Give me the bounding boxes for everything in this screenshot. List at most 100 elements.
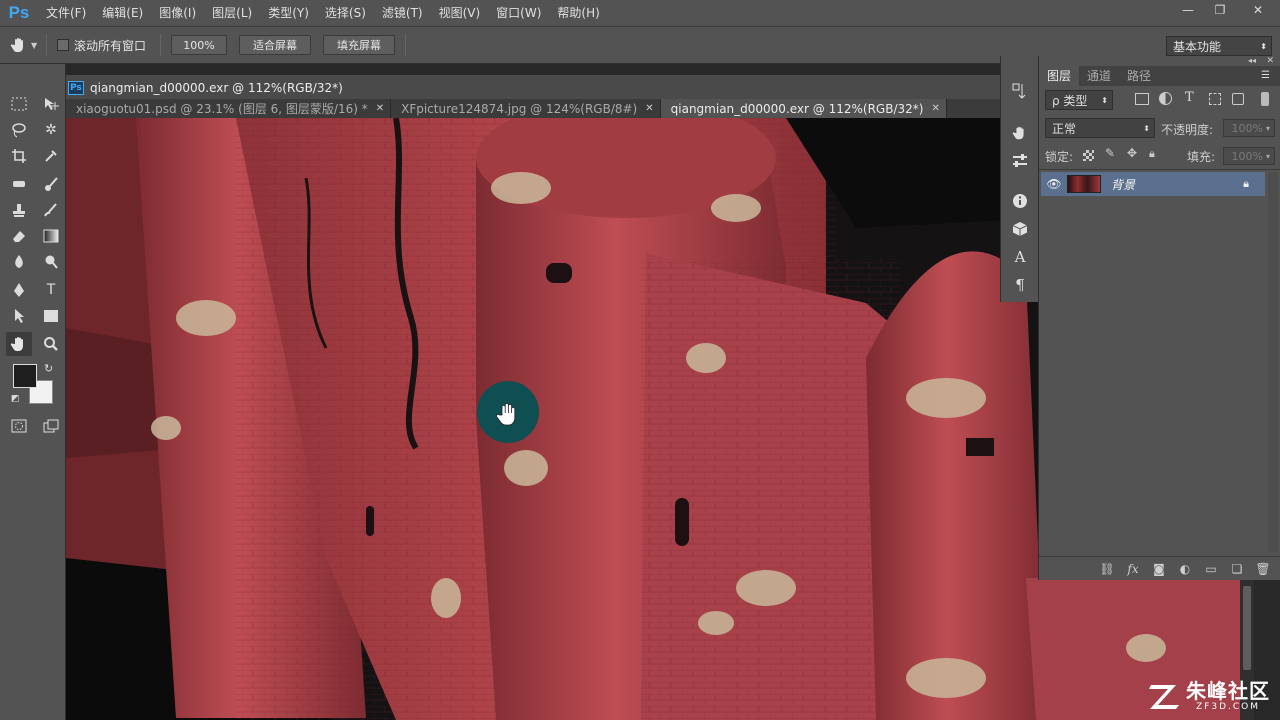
brush-tool-icon[interactable] xyxy=(38,172,64,196)
lock-position-icon[interactable]: ✥ xyxy=(1127,146,1137,160)
fill-field[interactable]: 100% ▾ xyxy=(1223,147,1275,165)
blur-tool-icon[interactable] xyxy=(6,250,32,274)
close-icon[interactable]: ✕ xyxy=(376,103,384,114)
filter-toggle-icon[interactable] xyxy=(1261,92,1269,106)
blend-mode-select[interactable]: 正常 ⬍ xyxy=(1045,118,1155,138)
menu-file[interactable]: 文件(F) xyxy=(38,0,94,26)
lasso-tool-icon[interactable] xyxy=(6,118,32,142)
swap-colors-icon[interactable]: ↻ xyxy=(44,362,53,375)
workspace-select[interactable]: 基本功能 ⬍ xyxy=(1166,36,1272,56)
adjustments-icon[interactable] xyxy=(1008,150,1032,172)
menu-select[interactable]: 选择(S) xyxy=(317,0,374,26)
scrollbar-thumb[interactable] xyxy=(1243,586,1251,670)
layer-row[interactable]: 👁︎ 背景 🔒︎ xyxy=(1041,172,1265,196)
move-tool-icon[interactable] xyxy=(38,92,64,116)
hand-tool-icon[interactable] xyxy=(6,332,32,356)
new-layer-icon[interactable]: ❏ xyxy=(1229,562,1245,576)
pen-tool-icon[interactable] xyxy=(6,278,32,302)
quick-mask-icon[interactable] xyxy=(6,414,32,438)
dropdown-arrow-icon: ▾ xyxy=(1265,151,1270,161)
lock-transparent-icon[interactable] xyxy=(1083,150,1094,161)
menu-help[interactable]: 帮助(H) xyxy=(549,0,607,26)
link-layers-icon[interactable]: ⛓︎ xyxy=(1099,562,1115,576)
doc-tab-xiaoguotu[interactable]: xiaoguotu01.psd @ 23.1% (图层 6, 图层蒙版/16) … xyxy=(66,99,392,118)
healing-brush-tool-icon[interactable] xyxy=(6,172,32,196)
menu-filter[interactable]: 滤镜(T) xyxy=(374,0,431,26)
close-button[interactable]: ✕ xyxy=(1236,0,1280,20)
restore-button[interactable]: ❐ xyxy=(1204,0,1236,20)
crop-tool-icon[interactable] xyxy=(6,144,32,168)
menu-image[interactable]: 图像(I) xyxy=(151,0,204,26)
separator xyxy=(405,34,407,56)
marquee-tool-icon[interactable] xyxy=(6,92,32,116)
foreground-color-swatch[interactable] xyxy=(13,364,37,388)
filter-adjustment-icon[interactable] xyxy=(1159,92,1172,105)
layers-panel: ◂◂ ✕ 图层 通道 路径 ☰ ρ 类型 ⬍ T 正常 ⬍ 不透明度: 100%… xyxy=(1038,56,1280,580)
scroll-all-windows-checkbox[interactable] xyxy=(57,39,69,51)
lock-all-icon[interactable]: 🔒︎ xyxy=(1149,147,1155,161)
doc-tab-qiangmian[interactable]: qiangmian_d00000.exr @ 112%(RGB/32*) ✕ xyxy=(660,99,947,118)
menu-view[interactable]: 视图(V) xyxy=(431,0,489,26)
lock-label: 锁定: xyxy=(1045,150,1074,164)
tab-layers[interactable]: 图层 xyxy=(1039,66,1080,86)
history-brush-tool-icon[interactable] xyxy=(38,198,64,222)
menu-type[interactable]: 类型(Y) xyxy=(260,0,317,26)
eraser-tool-icon[interactable] xyxy=(6,224,32,248)
zoom-tool-icon[interactable] xyxy=(38,332,64,356)
fill-value: 100% xyxy=(1231,149,1263,163)
filter-kind-select[interactable]: ρ 类型 ⬍ xyxy=(1045,90,1113,110)
tab-paths[interactable]: 路径 xyxy=(1119,66,1159,86)
new-adjustment-layer-icon[interactable]: ◐ xyxy=(1177,562,1193,576)
menu-layer[interactable]: 图层(L) xyxy=(204,0,260,26)
type-tool-icon[interactable]: T xyxy=(38,278,64,302)
zoom-100-button[interactable]: 100% xyxy=(171,35,228,55)
layer-style-icon[interactable]: fx xyxy=(1125,562,1141,576)
info-icon[interactable] xyxy=(1008,190,1032,212)
filter-smart-object-icon[interactable] xyxy=(1232,93,1244,105)
lock-image-icon[interactable]: ✎ xyxy=(1105,146,1115,160)
filter-pixel-icon[interactable] xyxy=(1135,93,1149,105)
dodge-tool-icon[interactable] xyxy=(38,250,64,274)
panel-collapse-arrows[interactable]: ◂◂ xyxy=(1248,56,1256,65)
visibility-eye-icon[interactable]: 👁︎ xyxy=(1041,177,1067,191)
fit-screen-button[interactable]: 适合屏幕 xyxy=(239,35,312,55)
path-selection-tool-icon[interactable] xyxy=(6,304,32,328)
default-colors-icon[interactable]: ◩ xyxy=(11,394,20,404)
photoshop-logo: Ps xyxy=(8,3,30,22)
floating-document-titlebar[interactable]: Ps qiangmian_d00000.exr @ 112%(RGB/32*) xyxy=(66,75,1000,100)
gradient-tool-icon[interactable] xyxy=(38,224,64,248)
panel-scroll-track[interactable] xyxy=(1268,172,1278,552)
tool-presets-icon[interactable] xyxy=(1008,122,1032,144)
menu-edit[interactable]: 编辑(E) xyxy=(94,0,151,26)
screen-mode-icon[interactable] xyxy=(38,414,64,438)
tab-channels[interactable]: 通道 xyxy=(1079,66,1119,86)
filter-type-icon[interactable]: T xyxy=(1185,90,1194,105)
delete-layer-icon[interactable]: 🗑︎ xyxy=(1255,562,1271,576)
add-mask-icon[interactable]: ◙ xyxy=(1151,562,1167,576)
minimize-button[interactable]: — xyxy=(1172,0,1204,20)
opacity-field[interactable]: 100% ▾ xyxy=(1223,119,1275,137)
new-group-icon[interactable]: ▭ xyxy=(1203,562,1219,576)
panel-close-icon[interactable]: ✕ xyxy=(1266,56,1274,66)
filter-kind-value: ρ 类型 xyxy=(1052,93,1088,108)
character-panel-icon[interactable]: A xyxy=(1008,246,1032,268)
history-panel-icon[interactable] xyxy=(1008,80,1032,102)
paragraph-panel-icon[interactable]: ¶ xyxy=(1008,274,1032,296)
fill-screen-button[interactable]: 填充屏幕 xyxy=(323,35,396,55)
doc-tab-xfpicture[interactable]: XFpicture124874.jpg @ 124%(RGB/8#) ✕ xyxy=(391,99,661,118)
close-icon[interactable]: ✕ xyxy=(931,103,939,114)
select-arrows-icon: ⬍ xyxy=(1101,95,1108,105)
panel-divider xyxy=(1039,169,1280,170)
rectangle-tool-icon[interactable] xyxy=(38,304,64,328)
eyedropper-tool-icon[interactable] xyxy=(38,144,64,168)
layer-lock-icon: 🔒︎ xyxy=(1243,177,1249,190)
close-icon[interactable]: ✕ xyxy=(645,103,653,114)
panel-menu-icon[interactable]: ☰ xyxy=(1261,70,1273,82)
dropdown-arrow-icon: ▾ xyxy=(1265,123,1270,133)
magic-wand-tool-icon[interactable]: ✲ xyxy=(38,118,64,142)
clone-stamp-tool-icon[interactable] xyxy=(6,198,32,222)
menu-window[interactable]: 窗口(W) xyxy=(488,0,549,26)
3d-icon[interactable] xyxy=(1008,218,1032,240)
filter-shape-icon[interactable] xyxy=(1209,93,1221,105)
hand-tool-preset-icon[interactable]: ▼ xyxy=(10,36,46,54)
